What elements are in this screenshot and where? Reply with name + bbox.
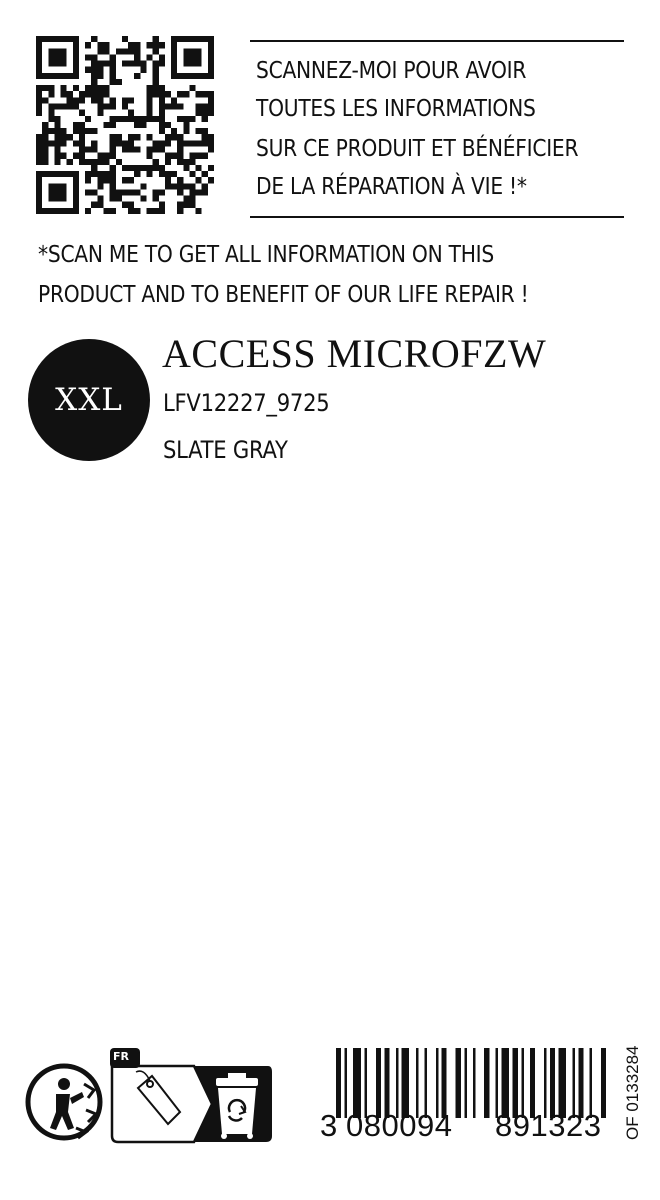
- barcode-digit-first: 3: [320, 1108, 338, 1143]
- size-label: XXL: [55, 382, 123, 418]
- triman-icon: [25, 1063, 103, 1141]
- fr-line-1: SCANNEZ-MOI POUR AVOIR: [256, 58, 527, 84]
- fr-line-4: DE LA RÉPARATION À VIE !*: [256, 174, 527, 200]
- barcode-digits-left: 080094: [346, 1108, 453, 1143]
- product-color: SLATE GRAY: [163, 436, 288, 464]
- side-code: OF 0133284: [623, 1045, 642, 1140]
- info-tri-graphic: [110, 1048, 272, 1144]
- recycle-bin-icon: [216, 1073, 258, 1139]
- fr-line-2: TOUTES LES INFORMATIONS: [256, 96, 536, 122]
- qr-code[interactable]: [36, 36, 214, 214]
- country-badge: FR: [113, 1050, 129, 1063]
- fr-line-3: SUR CE PRODUIT ET BÉNÉFICIER: [256, 136, 579, 162]
- scan-instructions-en-2: PRODUCT AND TO BENEFIT OF OUR LIFE REPAI…: [38, 282, 529, 308]
- product-reference: LFV12227_9725: [163, 389, 330, 417]
- info-tri-panel: FR: [108, 1048, 274, 1146]
- barcode-digits-right: 891323: [495, 1108, 602, 1143]
- scan-instructions-fr: SCANNEZ-MOI POUR AVOIR TOUTES LES INFORM…: [250, 40, 624, 218]
- scan-instructions-en-1: *SCAN ME TO GET ALL INFORMATION ON THIS: [38, 242, 494, 268]
- product-name: ACCESS MICROFZW: [162, 331, 547, 376]
- size-badge: XXL: [28, 339, 150, 461]
